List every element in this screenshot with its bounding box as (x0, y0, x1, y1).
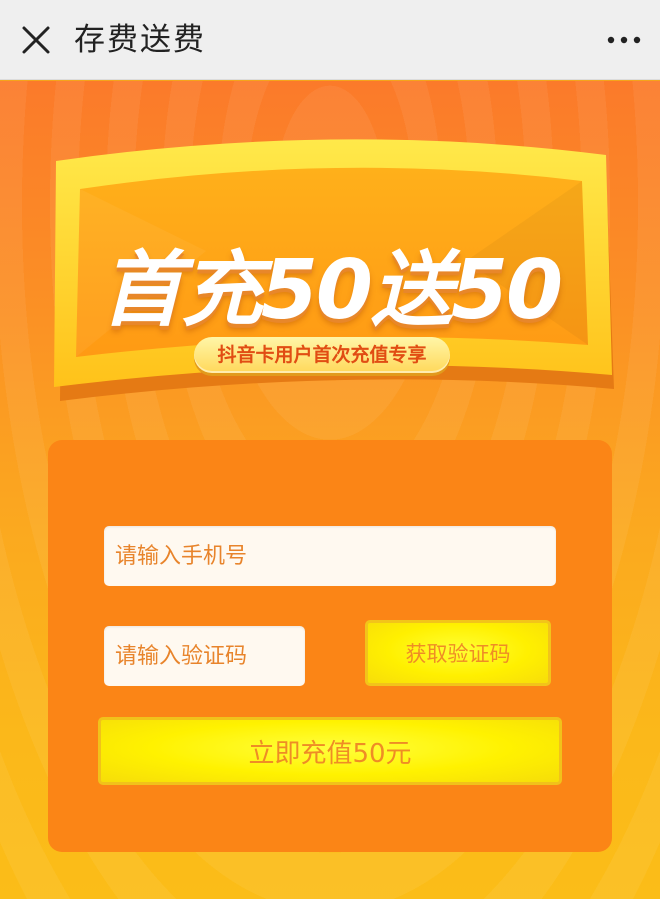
page-content: 首充50送50 抖音卡用户首次充值专享 获取验证码 立即充值50元 (0, 81, 660, 899)
more-dots-icon (607, 36, 641, 44)
more-menu-button[interactable] (602, 18, 646, 62)
top-nav-bar: 存费送费 (0, 0, 660, 80)
recharge-form: 获取验证码 立即充值50元 (48, 440, 612, 852)
close-icon (22, 26, 50, 54)
verification-code-input[interactable] (104, 626, 305, 686)
get-code-button[interactable]: 获取验证码 (365, 620, 551, 686)
close-button[interactable] (14, 18, 58, 62)
promo-headline: 首充50送50 (100, 243, 563, 338)
phone-input[interactable] (104, 526, 556, 586)
promo-subtitle: 抖音卡用户首次充值专享 (194, 337, 450, 373)
promo-banner: 首充50送50 抖音卡用户首次充值专享 (46, 131, 616, 411)
recharge-submit-button[interactable]: 立即充值50元 (98, 717, 562, 785)
page-title: 存费送费 (74, 22, 206, 58)
